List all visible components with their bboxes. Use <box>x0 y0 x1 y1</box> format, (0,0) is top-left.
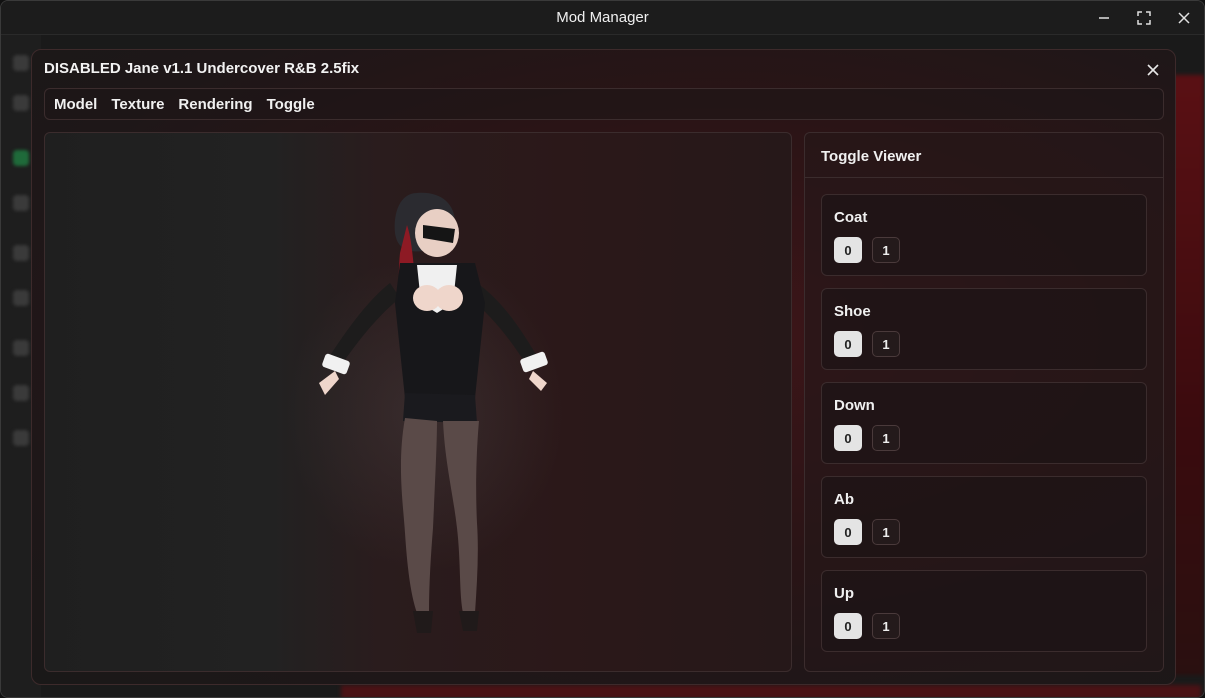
minimize-icon <box>1099 17 1109 19</box>
background-footer <box>341 685 1201 697</box>
background-icon <box>13 55 29 71</box>
background-icon <box>13 195 29 211</box>
toggle-option-1[interactable]: 1 <box>872 237 900 263</box>
toggle-card-coat: Coat 0 1 <box>821 194 1147 276</box>
minimize-button[interactable] <box>1084 1 1124 35</box>
background-icon <box>13 290 29 306</box>
toggle-card-up: Up 0 1 <box>821 570 1147 652</box>
toggle-option-0[interactable]: 0 <box>834 331 862 357</box>
menu-model[interactable]: Model <box>54 96 97 113</box>
maximize-button[interactable] <box>1124 1 1164 35</box>
toggle-name: Coat <box>834 209 868 226</box>
toggle-card-shoe: Shoe 0 1 <box>821 288 1147 370</box>
toggle-option-1[interactable]: 1 <box>872 519 900 545</box>
toggle-option-1[interactable]: 1 <box>872 613 900 639</box>
modal-title: DISABLED Jane v1.1 Undercover R&B 2.5fix <box>44 60 360 77</box>
background-icon <box>13 340 29 356</box>
background-icon <box>13 245 29 261</box>
close-icon <box>1147 64 1159 76</box>
toggle-option-0[interactable]: 0 <box>834 237 862 263</box>
modal-close-button[interactable] <box>1145 62 1161 78</box>
character-model <box>319 192 548 633</box>
toggle-name: Up <box>834 585 854 602</box>
toggle-viewer-panel: Toggle Viewer Coat 0 1 Shoe 0 1 Down 0 1… <box>804 132 1164 672</box>
toggle-viewer-title: Toggle Viewer <box>821 148 922 165</box>
window-controls <box>1084 1 1204 35</box>
menu-bar: Model Texture Rendering Toggle <box>44 88 1164 120</box>
background-icon <box>13 95 29 111</box>
toggle-option-1[interactable]: 1 <box>872 425 900 451</box>
background-icon <box>13 385 29 401</box>
toggle-option-1[interactable]: 1 <box>872 331 900 357</box>
model-viewer[interactable] <box>44 132 792 672</box>
toggle-name: Down <box>834 397 875 414</box>
toggle-card-ab: Ab 0 1 <box>821 476 1147 558</box>
close-icon <box>1178 12 1190 24</box>
toggle-option-0[interactable]: 0 <box>834 613 862 639</box>
close-window-button[interactable] <box>1164 1 1204 35</box>
toggle-card-down: Down 0 1 <box>821 382 1147 464</box>
menu-rendering[interactable]: Rendering <box>178 96 252 113</box>
toggle-name: Shoe <box>834 303 871 320</box>
background-icon <box>13 430 29 446</box>
toggle-name: Ab <box>834 491 854 508</box>
window-title: Mod Manager <box>556 9 649 26</box>
panel-divider <box>805 177 1163 178</box>
menu-texture[interactable]: Texture <box>111 96 164 113</box>
toggle-option-0[interactable]: 0 <box>834 425 862 451</box>
titlebar: Mod Manager <box>1 1 1204 35</box>
mod-details-modal: DISABLED Jane v1.1 Undercover R&B 2.5fix… <box>31 49 1176 685</box>
app-window: Mod Manager DISABLED Jane v1.1 Undercove… <box>0 0 1205 698</box>
background-icon <box>13 150 29 166</box>
toggle-option-0[interactable]: 0 <box>834 519 862 545</box>
menu-toggle[interactable]: Toggle <box>267 96 315 113</box>
fullscreen-icon <box>1137 11 1151 25</box>
